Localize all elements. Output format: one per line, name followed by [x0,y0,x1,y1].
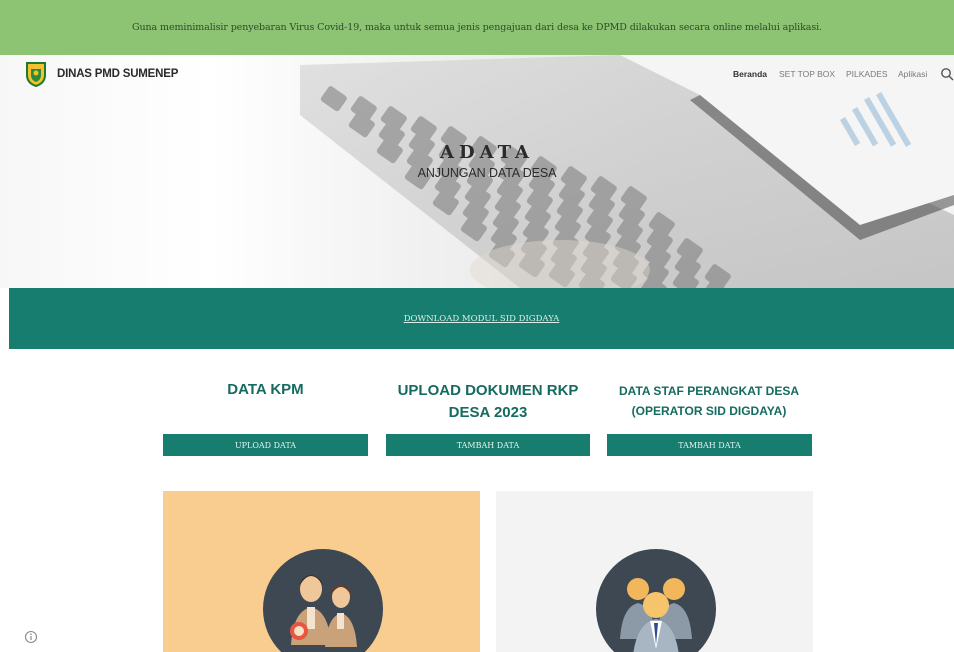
top-navbar: DINAS PMD SUMENEP Beranda SET TOP BOX PI… [0,55,954,95]
nav-item-pilkades[interactable]: PILKADES [846,69,888,79]
search-icon[interactable] [940,67,954,81]
announcement-text: Guna meminimalisir penyebaran Virus Covi… [132,22,822,33]
hero-title: ADATA [440,142,534,163]
business-team-icon [596,549,716,652]
regency-crest-icon[interactable] [25,61,47,87]
info-icon[interactable] [24,630,38,644]
civil-servants-icon [263,549,383,652]
download-module-link[interactable]: DOWNLOAD MODUL SID DIGDAYA [404,314,560,324]
announcement-bar: Guna meminimalisir penyebaran Virus Covi… [0,0,954,55]
download-band: DOWNLOAD MODUL SID DIGDAYA [9,288,954,349]
nav-item-set-top-box[interactable]: SET TOP BOX [779,69,835,79]
brand-name[interactable]: DINAS PMD SUMENEP [57,68,178,80]
nav-item-aplikasi[interactable]: Aplikasi [898,69,927,79]
section-title-staf-perangkat: DATA STAF PERANGKAT DESA (OPERATOR SID D… [619,384,799,418]
hero-subtitle: ANJUNGAN DATA DESA [417,166,557,180]
section-title-rkp-desa: UPLOAD DOKUMEN RKP DESA 2023 [397,382,579,421]
card-business-team[interactable] [496,491,813,652]
nav-item-beranda[interactable]: Beranda [733,69,767,79]
card-civil-servants[interactable] [163,491,480,652]
tambah-data-staf-button[interactable]: TAMBAH DATA [607,434,812,456]
upload-data-button[interactable]: UPLOAD DATA [163,434,368,456]
section-title-data-kpm: DATA KPM [227,381,304,398]
tambah-data-rkp-button[interactable]: TAMBAH DATA [386,434,590,456]
